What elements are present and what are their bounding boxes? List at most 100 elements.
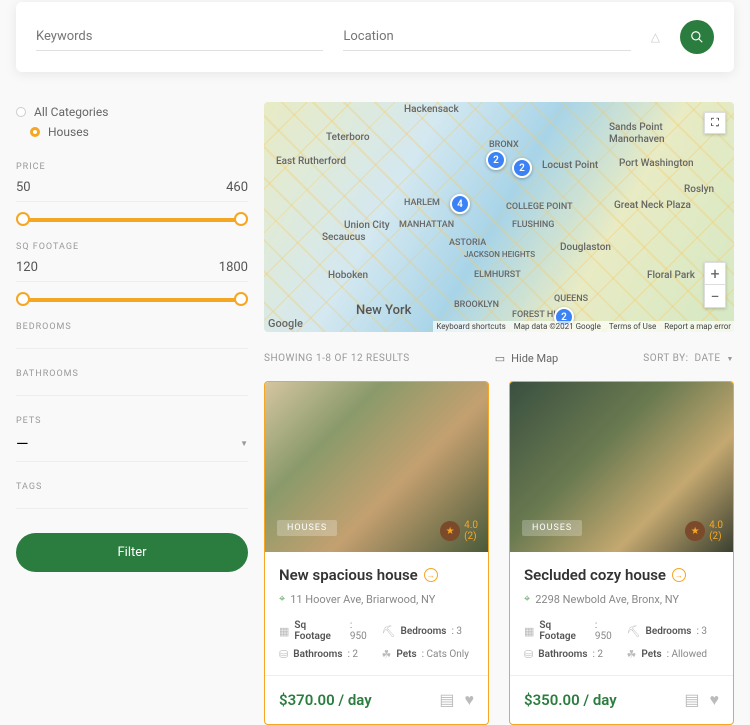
listing-card[interactable]: HOUSES ★ 4.0 (2) New spacious house → [264, 381, 489, 725]
chevron-down-icon: ▼ [240, 439, 248, 448]
listing-card[interactable]: HOUSES ★ 4.0 (2) Secluded cozy house → [509, 381, 734, 725]
sort-label: SORT BY: [643, 353, 688, 364]
zoom-in-button[interactable]: + [705, 263, 725, 285]
filter-sidebar: All Categories Houses PRICE 50 460 SQ FO… [16, 102, 248, 725]
map-data: Map data ©2021 Google [514, 322, 601, 331]
pets-label: PETS [16, 416, 248, 426]
map-icon: ▭ [495, 352, 505, 365]
map-marker[interactable]: 2 [486, 150, 506, 170]
map-place: Douglaston [560, 242, 611, 253]
map-place: Teterboro [326, 132, 370, 143]
map-place: New York [356, 303, 411, 318]
zoom-out-button[interactable]: − [705, 285, 725, 307]
google-logo: Google [268, 317, 303, 330]
map-place: ASTORIA [449, 238, 486, 248]
terms-link[interactable]: Terms of Use [609, 322, 656, 331]
sq-slider[interactable] [16, 298, 248, 302]
sq-label: SQ FOOTAGE [16, 242, 248, 252]
listing-title: Secluded cozy house → [524, 566, 719, 584]
price-label: PRICE [16, 162, 248, 172]
map-place: JACKSON HEIGHTS [464, 250, 535, 259]
price-min[interactable]: 50 [16, 180, 31, 195]
sq-icon: ▦ [524, 625, 534, 638]
category-houses[interactable]: Houses [30, 122, 248, 142]
bathrooms-label: BATHROOMS [16, 369, 248, 379]
map-place: COLLEGE POINT [506, 202, 573, 212]
map-place: HARLEM [404, 198, 440, 208]
sq-min[interactable]: 120 [16, 260, 38, 275]
category-all[interactable]: All Categories [16, 102, 248, 122]
search-button[interactable] [680, 20, 714, 54]
sort-dropdown[interactable]: SORT BY: DATE ▼ [643, 353, 734, 364]
map-place: Manorhaven [609, 134, 665, 145]
map-place: Sands Point [609, 122, 663, 133]
rating: ★ 4.0 (2) [685, 520, 723, 542]
slider-handle-max[interactable] [234, 292, 248, 306]
filter-button[interactable]: Filter [16, 533, 248, 572]
map-place: MANHATTAN [399, 220, 454, 230]
listing-price: $370.00 / day [279, 691, 372, 709]
map-marker[interactable]: 4 [450, 194, 470, 214]
map[interactable]: Hackensack Teterboro East Rutherford BRO… [264, 102, 734, 332]
map-place: East Rutherford [276, 156, 346, 167]
listing-title: New spacious house → [279, 566, 474, 584]
fullscreen-icon: ⛶ [711, 116, 719, 130]
heart-icon[interactable]: ♥ [465, 690, 475, 710]
map-place: BROOKLYN [454, 300, 499, 310]
content-area: Hackensack Teterboro East Rutherford BRO… [264, 102, 734, 725]
price-max[interactable]: 460 [226, 180, 248, 195]
bedrooms-label: BEDROOMS [16, 322, 248, 332]
sq-max[interactable]: 1800 [219, 260, 248, 275]
bed-icon: ⛏ [627, 625, 641, 638]
compare-icon[interactable]: ▤ [684, 690, 699, 710]
zoom-controls: + − [704, 262, 726, 308]
map-marker[interactable]: 2 [512, 158, 532, 178]
hide-map-toggle[interactable]: ▭ Hide Map [495, 352, 558, 365]
listings-grid: HOUSES ★ 4.0 (2) New spacious house → [264, 381, 734, 725]
pets-select[interactable]: — ▼ [16, 434, 248, 462]
slider-handle-max[interactable] [234, 212, 248, 226]
chevron-down-icon: ▼ [727, 355, 734, 363]
bed-icon: ⛏ [382, 625, 396, 638]
bath-icon: ⛁ [524, 648, 533, 661]
star-icon: ★ [685, 521, 705, 541]
rating-value: 4.0 [464, 520, 478, 531]
listing-image: HOUSES ★ 4.0 (2) [510, 382, 733, 552]
tags-input[interactable] [16, 500, 248, 509]
sq-icon: ▦ [279, 625, 289, 638]
map-place: Locust Point [542, 160, 598, 171]
category-label: All Categories [34, 105, 108, 119]
pets-icon: ☘ [627, 648, 637, 661]
price-slider[interactable] [16, 218, 248, 222]
location-icon: △ [651, 30, 660, 44]
category-badge: HOUSES [277, 520, 337, 536]
bedrooms-input[interactable] [16, 340, 248, 349]
report-link[interactable]: Report a map error [664, 322, 731, 331]
slider-handle-min[interactable] [16, 292, 30, 306]
map-place: Hoboken [328, 270, 368, 281]
listing-price: $350.00 / day [524, 691, 617, 709]
verified-icon: → [424, 568, 438, 582]
rating-value: 4.0 [709, 520, 723, 531]
price-range-inputs: 50 460 [16, 180, 248, 202]
location-input[interactable] [343, 23, 630, 51]
map-place: QUEENS [554, 294, 588, 304]
category-badge: HOUSES [522, 520, 582, 536]
category-label: Houses [48, 125, 89, 139]
map-place: FLUSHING [512, 220, 554, 230]
keyboard-shortcuts[interactable]: Keyboard shortcuts [436, 322, 505, 331]
map-place: Roslyn [684, 184, 714, 195]
slider-handle-min[interactable] [16, 212, 30, 226]
heart-icon[interactable]: ♥ [710, 690, 720, 710]
bathrooms-input[interactable] [16, 387, 248, 396]
keywords-input[interactable] [36, 23, 323, 51]
radio-icon [16, 107, 26, 117]
map-place: Floral Park [647, 270, 695, 281]
showing-text: SHOWING 1-8 OF 12 RESULTS [264, 353, 410, 364]
bath-icon: ⛁ [279, 648, 288, 661]
fullscreen-button[interactable]: ⛶ [704, 112, 726, 134]
pin-icon: ⌖ [524, 592, 530, 606]
map-attribution: Keyboard shortcuts Map data ©2021 Google… [433, 321, 734, 332]
hide-map-label: Hide Map [511, 352, 558, 365]
compare-icon[interactable]: ▤ [439, 690, 454, 710]
